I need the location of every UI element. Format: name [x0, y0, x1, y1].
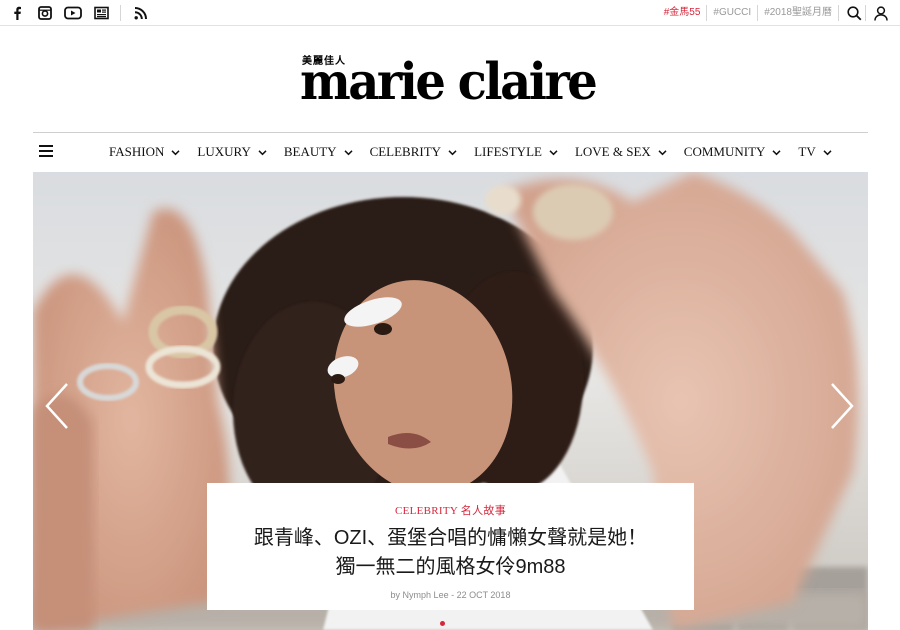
- nav-item-label: COMMUNITY: [683, 144, 766, 159]
- chevron-down-icon: [823, 148, 832, 157]
- nav-item-label: LOVE & SEX: [574, 144, 651, 159]
- hero-title-line2: 獨一無二的風格女伶9m88: [335, 556, 566, 578]
- nav-item-label: LIFESTYLE: [474, 144, 542, 159]
- nav-item-label: LUXURY: [197, 144, 251, 159]
- youtube-icon[interactable]: [64, 4, 82, 22]
- carousel-dots: [437, 621, 448, 626]
- carousel-next-button[interactable]: [828, 382, 856, 430]
- chevron-down-icon: [658, 148, 667, 157]
- nav-items: FASHION LUXURY BEAUTY CELEBRITY LIFESTYL…: [109, 133, 849, 171]
- nav-item-lifestyle[interactable]: LIFESTYLE: [474, 144, 558, 160]
- chevron-left-icon: [45, 383, 68, 429]
- hero-byline: by Nymph Lee - 22 OCT 2018: [390, 590, 511, 600]
- carousel-prev-button[interactable]: [43, 382, 71, 430]
- top-utility-bar: #金馬55 #GUCCI #2018聖誕月曆: [0, 0, 900, 26]
- chevron-down-icon: [549, 148, 558, 157]
- chevron-down-icon: [258, 148, 267, 157]
- news-icon[interactable]: [92, 4, 110, 22]
- nav-item-community[interactable]: COMMUNITY: [684, 144, 782, 160]
- hero-carousel[interactable]: CELEBRITY 名人故事 跟青峰、OZI、蛋堡合唱的慵懶女聲就是她！ 獨一無…: [33, 172, 868, 630]
- nav-item-tv[interactable]: TV: [798, 144, 832, 160]
- hero-title[interactable]: 跟青峰、OZI、蛋堡合唱的慵懶女聲就是她！ 獨一無二的風格女伶9m88: [207, 524, 694, 582]
- trending-tags: #金馬55 #GUCCI #2018聖誕月曆: [658, 3, 892, 23]
- nav-item-beauty[interactable]: BEAUTY: [284, 144, 353, 160]
- hero-title-line1: 跟青峰、OZI、蛋堡合唱的慵懶女聲就是她！: [253, 527, 648, 549]
- rss-icon[interactable]: [131, 4, 149, 22]
- carousel-dot[interactable]: [440, 621, 445, 626]
- nav-item-label: CELEBRITY: [369, 144, 442, 159]
- nav-item-label: TV: [798, 144, 816, 159]
- trending-tag[interactable]: #金馬55: [658, 3, 707, 23]
- site-logo[interactable]: 美麗佳人 marie claire: [300, 52, 600, 112]
- chevron-right-icon: [831, 383, 854, 429]
- chevron-down-icon: [772, 148, 781, 157]
- trending-tag[interactable]: #2018聖誕月曆: [758, 3, 838, 23]
- facebook-icon[interactable]: [8, 4, 26, 22]
- tag-divider: [865, 5, 866, 21]
- nav-item-luxury[interactable]: LUXURY: [197, 144, 267, 160]
- chevron-down-icon: [171, 148, 180, 157]
- nav-item-label: FASHION: [109, 144, 165, 159]
- user-icon[interactable]: [870, 3, 892, 23]
- hero-category[interactable]: CELEBRITY 名人故事: [207, 502, 694, 518]
- search-icon[interactable]: [843, 3, 865, 23]
- hero-caption-card[interactable]: CELEBRITY 名人故事 跟青峰、OZI、蛋堡合唱的慵懶女聲就是她！ 獨一無…: [207, 483, 694, 610]
- menu-icon[interactable]: [39, 145, 53, 157]
- main-nav: FASHION LUXURY BEAUTY CELEBRITY LIFESTYL…: [33, 133, 868, 171]
- instagram-icon[interactable]: [36, 4, 54, 22]
- social-divider: [120, 5, 121, 21]
- logo-wordmark: marie claire: [300, 52, 598, 112]
- nav-item-fashion[interactable]: FASHION: [109, 144, 180, 160]
- tag-divider: [838, 5, 839, 21]
- social-links: [8, 4, 159, 22]
- nav-item-label: BEAUTY: [283, 144, 337, 159]
- chevron-down-icon: [448, 148, 457, 157]
- chevron-down-icon: [344, 148, 353, 157]
- nav-item-love-sex[interactable]: LOVE & SEX: [575, 144, 667, 160]
- nav-item-celebrity[interactable]: CELEBRITY: [370, 144, 458, 160]
- trending-tag[interactable]: #GUCCI: [707, 3, 757, 23]
